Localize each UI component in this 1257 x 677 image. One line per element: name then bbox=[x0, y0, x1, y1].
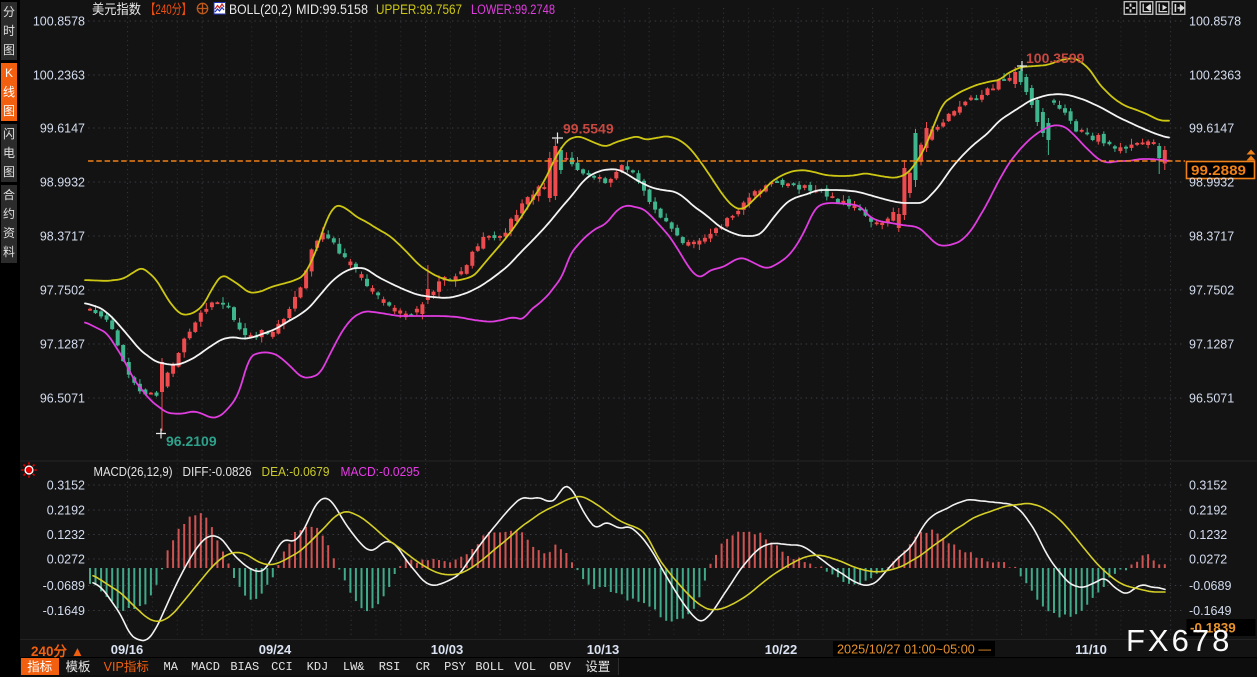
svg-text:100.8578: 100.8578 bbox=[1189, 15, 1241, 29]
svg-text:240分 ▲: 240分 ▲ bbox=[31, 644, 84, 659]
svg-text:【240分】: 【240分】 bbox=[146, 2, 192, 17]
svg-text:96.5071: 96.5071 bbox=[1189, 392, 1234, 406]
svg-text:MACD(26,12,9): MACD(26,12,9) bbox=[94, 464, 173, 479]
svg-text:0.3152: 0.3152 bbox=[47, 479, 85, 493]
svg-text:10/03: 10/03 bbox=[431, 642, 464, 657]
svg-text:10/13: 10/13 bbox=[587, 642, 620, 657]
svg-text:0.1232: 0.1232 bbox=[47, 528, 85, 542]
svg-text:-0.1649: -0.1649 bbox=[43, 604, 85, 618]
svg-text:98.9932: 98.9932 bbox=[40, 176, 85, 190]
svg-text:DIFF:-0.0826: DIFF:-0.0826 bbox=[183, 464, 252, 479]
svg-text:0.1232: 0.1232 bbox=[1189, 528, 1227, 542]
svg-text:09/16: 09/16 bbox=[111, 642, 144, 657]
svg-text:100.2363: 100.2363 bbox=[33, 69, 85, 83]
svg-text:MACD:-0.0295: MACD:-0.0295 bbox=[341, 464, 420, 479]
svg-text:09/24: 09/24 bbox=[259, 642, 292, 657]
svg-text:99.5549: 99.5549 bbox=[563, 121, 614, 137]
svg-text:97.1287: 97.1287 bbox=[40, 338, 85, 352]
svg-text:100.3599: 100.3599 bbox=[1026, 50, 1085, 66]
svg-text:-0.1649: -0.1649 bbox=[1189, 604, 1231, 618]
svg-text:MID:99.5158: MID:99.5158 bbox=[296, 2, 368, 17]
svg-text:98.3717: 98.3717 bbox=[1189, 230, 1234, 244]
svg-text:UPPER:99.7567: UPPER:99.7567 bbox=[376, 2, 462, 17]
svg-text:96.2109: 96.2109 bbox=[166, 433, 217, 449]
svg-text:-0.0689: -0.0689 bbox=[43, 579, 85, 593]
svg-text:98.9932: 98.9932 bbox=[1189, 176, 1234, 190]
svg-text:97.7502: 97.7502 bbox=[1189, 284, 1234, 298]
svg-text:99.6147: 99.6147 bbox=[1189, 122, 1234, 136]
svg-text:0.3152: 0.3152 bbox=[1189, 479, 1227, 493]
svg-text:0.2192: 0.2192 bbox=[47, 504, 85, 518]
svg-text:100.2363: 100.2363 bbox=[1189, 69, 1241, 83]
svg-text:98.3717: 98.3717 bbox=[40, 230, 85, 244]
svg-text:99.6147: 99.6147 bbox=[40, 122, 85, 136]
svg-text:LOWER:99.2748: LOWER:99.2748 bbox=[471, 2, 555, 17]
svg-text:BOLL(20,2): BOLL(20,2) bbox=[229, 2, 292, 17]
svg-text:97.1287: 97.1287 bbox=[1189, 338, 1234, 352]
svg-text:美元指数: 美元指数 bbox=[92, 2, 141, 17]
svg-text:97.7502: 97.7502 bbox=[40, 284, 85, 298]
svg-text:FX678: FX678 bbox=[1126, 623, 1232, 658]
svg-text:0.0272: 0.0272 bbox=[1189, 553, 1227, 567]
svg-text:-0.0689: -0.0689 bbox=[1189, 579, 1231, 593]
svg-text:0.0272: 0.0272 bbox=[47, 553, 85, 567]
svg-text:DEA:-0.0679: DEA:-0.0679 bbox=[262, 464, 330, 479]
svg-text:96.5071: 96.5071 bbox=[40, 392, 85, 406]
svg-text:100.8578: 100.8578 bbox=[33, 15, 85, 29]
svg-text:10/22: 10/22 bbox=[765, 642, 798, 657]
svg-text:2025/10/27 01:00~05:00 —: 2025/10/27 01:00~05:00 — bbox=[837, 642, 991, 657]
svg-text:0.2192: 0.2192 bbox=[1189, 504, 1227, 518]
svg-text:11/10: 11/10 bbox=[1075, 642, 1107, 657]
